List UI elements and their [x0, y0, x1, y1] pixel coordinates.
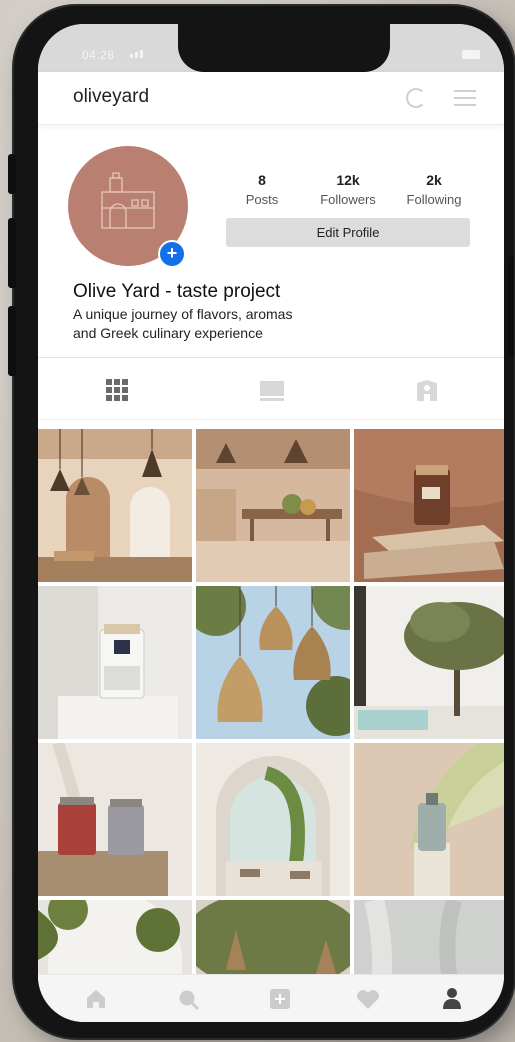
grid-post-12[interactable]: [354, 900, 504, 974]
bio-line-2: and Greek culinary experience: [73, 325, 263, 341]
grid-post-2[interactable]: [196, 429, 350, 582]
stat-followers-label: Followers: [320, 192, 376, 207]
grid-post-6[interactable]: [354, 586, 504, 739]
grid-post-9[interactable]: [354, 743, 504, 896]
notch: [178, 24, 390, 72]
power-button: [508, 256, 514, 356]
building-logo-icon: [101, 172, 155, 229]
app-header: oliveyard: [38, 72, 504, 125]
grid-post-5[interactable]: [196, 586, 350, 739]
stat-posts-value: 8: [258, 172, 266, 188]
volume-up-button: [8, 218, 16, 288]
volume-down-button: [8, 306, 16, 376]
status-time: 04:28: [82, 48, 115, 62]
signal-icon: [130, 50, 143, 58]
hamburger-menu-icon[interactable]: [454, 90, 476, 111]
bottom-navigation: [38, 974, 504, 1022]
stat-posts-label: Posts: [245, 192, 279, 207]
stat-posts[interactable]: 8 Posts: [222, 172, 302, 207]
stat-following-value: 2k: [426, 172, 442, 188]
stat-followers-value: 12k: [336, 172, 360, 188]
posts-grid: [38, 429, 504, 974]
heart-icon[interactable]: [356, 990, 380, 1015]
bio-line-1: A unique journey of flavors, aromas: [73, 306, 293, 322]
home-icon[interactable]: [86, 989, 106, 1014]
stat-following[interactable]: 2k Following: [394, 172, 474, 207]
grid-post-4[interactable]: [38, 586, 192, 739]
tabs-divider: [38, 419, 504, 420]
list-view-icon[interactable]: [260, 381, 284, 406]
grid-post-11[interactable]: [196, 900, 350, 974]
add-post-icon[interactable]: [270, 989, 290, 1014]
grid-icon[interactable]: [106, 379, 128, 406]
stat-following-label: Following: [406, 192, 462, 207]
tagged-icon[interactable]: [416, 380, 438, 407]
username-title: oliveyard: [73, 86, 150, 107]
refresh-icon[interactable]: [406, 88, 426, 108]
grid-post-1[interactable]: [38, 429, 192, 582]
profile-icon[interactable]: [442, 987, 462, 1014]
phone-screen: 04:28 oliveyard + 8 Posts 12k Followers …: [38, 24, 504, 1022]
stat-followers[interactable]: 12k Followers: [308, 172, 388, 207]
add-story-plus-icon[interactable]: +: [158, 240, 186, 268]
grid-post-8[interactable]: [196, 743, 350, 896]
profile-name: Olive Yard - taste project: [73, 281, 281, 302]
profile-divider: [38, 357, 504, 358]
silent-switch: [8, 154, 16, 194]
grid-post-10[interactable]: [38, 900, 192, 974]
grid-post-3[interactable]: [354, 429, 504, 582]
search-icon[interactable]: [178, 989, 200, 1016]
battery-icon: [462, 50, 480, 59]
edit-profile-button[interactable]: Edit Profile: [226, 218, 470, 247]
grid-post-7[interactable]: [38, 743, 192, 896]
